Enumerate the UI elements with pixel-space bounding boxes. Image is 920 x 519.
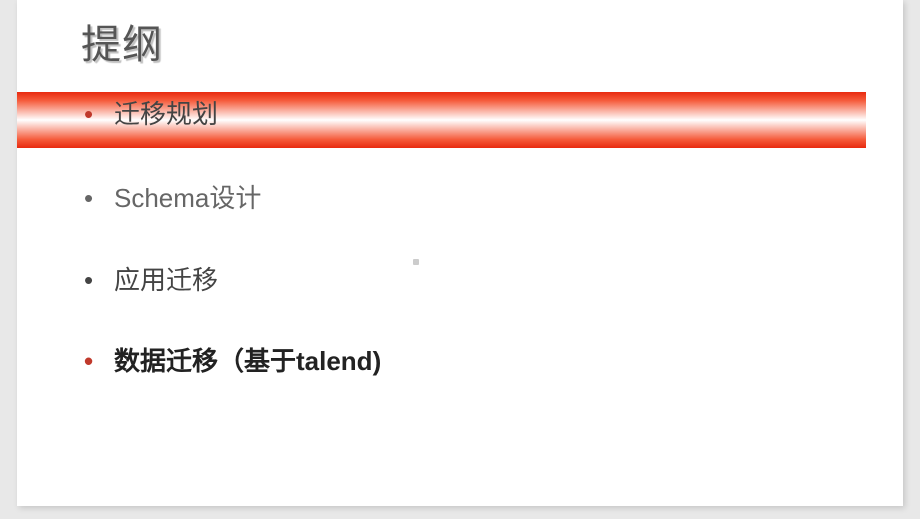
- outline-list: 迁移规划 Schema设计 应用迁移 数据迁移（基于talend): [74, 98, 381, 379]
- list-item: 数据迁移（基于talend): [74, 345, 381, 379]
- list-item: 迁移规划: [74, 98, 381, 132]
- list-item: 应用迁移: [74, 264, 381, 298]
- list-item: Schema设计: [74, 182, 381, 216]
- watermark-dot: [413, 259, 419, 265]
- presentation-slide: 提纲 迁移规划 Schema设计 应用迁移 数据迁移（基于talend): [17, 0, 903, 506]
- slide-title: 提纲: [81, 12, 163, 70]
